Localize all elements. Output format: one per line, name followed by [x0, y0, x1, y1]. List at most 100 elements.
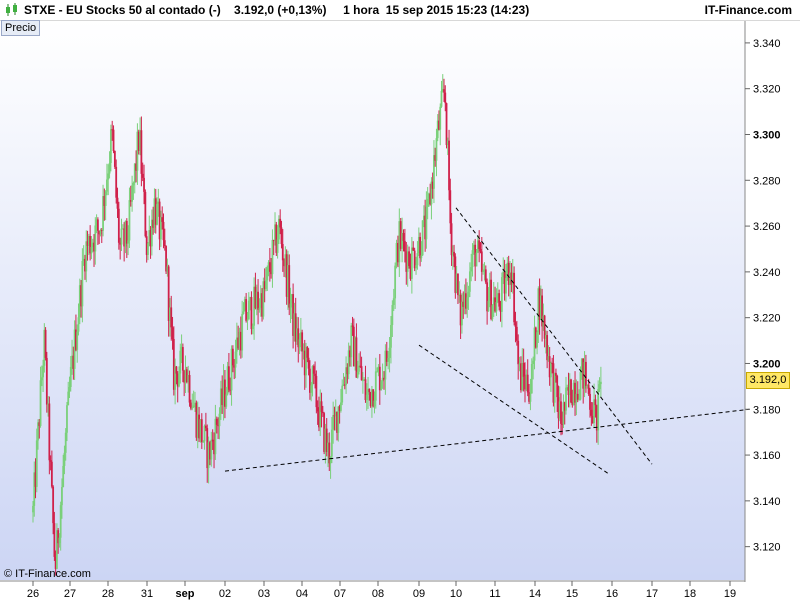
candle-up — [330, 429, 333, 457]
candle-up — [340, 402, 342, 411]
candle-up — [276, 239, 279, 253]
candle-up — [265, 280, 267, 289]
candle-down — [450, 223, 453, 256]
candle-down — [53, 523, 56, 557]
x-tick-label: 26 — [27, 588, 39, 600]
x-tick-label: 02 — [219, 588, 231, 600]
candle-up — [81, 260, 84, 307]
candle-up — [61, 487, 63, 506]
candle-up — [487, 300, 490, 312]
y-tick-label: 3.160 — [753, 450, 781, 462]
candle-up — [66, 405, 68, 433]
x-axis: 26 27 28 31 sep 02 03 04 07 08 09 10 11 14 15 16 17 18 19 — [27, 581, 736, 600]
candle-up — [376, 371, 378, 373]
plot-area — [0, 20, 745, 580]
candle-down — [144, 191, 147, 237]
candle-up — [410, 247, 413, 279]
y-tick-label: 3.180 — [753, 404, 781, 416]
candle-up — [350, 325, 353, 358]
candle-up — [495, 301, 498, 312]
candle-down — [453, 251, 455, 257]
candle-down — [162, 221, 165, 241]
candle-up — [374, 371, 377, 401]
candle-up — [467, 291, 470, 298]
candle-down — [188, 375, 191, 403]
candle-up — [67, 391, 70, 406]
candle-up — [127, 240, 130, 244]
x-tick-label: 18 — [684, 588, 696, 600]
candle-down — [419, 236, 422, 259]
candle-up — [425, 206, 428, 240]
candle-up — [471, 250, 474, 268]
candle-up — [42, 365, 44, 378]
price-chart[interactable]: 3.120 3.140 3.160 3.180 3.200 3.220 3.240 3.260… — [0, 0, 800, 600]
candle-up — [380, 381, 383, 391]
candle-up — [40, 377, 43, 381]
candle-down — [478, 240, 481, 250]
candle-up — [435, 138, 438, 161]
panel-label-precio[interactable]: Precio — [1, 20, 41, 36]
candle-up — [599, 381, 602, 385]
candle-up — [530, 364, 533, 394]
candle-down — [403, 240, 406, 252]
candle-down — [200, 419, 203, 443]
candle-down — [257, 291, 259, 310]
candle-up — [90, 246, 93, 254]
candle-down — [360, 366, 363, 381]
candle-up — [35, 440, 38, 487]
x-tick-label: sep — [176, 588, 195, 600]
candle-up — [179, 350, 182, 374]
candle-up — [579, 372, 582, 400]
candle-down — [268, 262, 271, 272]
candle-up — [298, 339, 301, 348]
candle-up — [388, 347, 391, 358]
x-tick-label: 14 — [529, 588, 541, 600]
candle-up — [68, 387, 71, 392]
candle-down — [315, 375, 318, 408]
candle-up — [107, 173, 110, 180]
candle-up — [225, 394, 228, 407]
candle-down — [590, 409, 593, 416]
candle-up — [132, 182, 135, 186]
candle-up — [108, 162, 111, 174]
candle-up — [120, 228, 123, 245]
candle-down — [320, 401, 323, 412]
candle-down — [321, 411, 324, 414]
x-tick-label: 10 — [450, 588, 462, 600]
candle-down — [526, 374, 529, 393]
candle-up — [310, 385, 313, 393]
candle-up — [482, 270, 485, 272]
brand-name[interactable]: IT-Finance.com — [705, 3, 792, 17]
candle-down — [522, 362, 525, 377]
candle-down — [45, 357, 48, 405]
candle-down — [231, 348, 234, 366]
candle-down — [484, 269, 487, 283]
candle-down — [175, 366, 178, 374]
candle-up — [416, 253, 419, 266]
x-tick-label: 17 — [646, 588, 658, 600]
candle-up — [76, 331, 79, 350]
y-tick-label: 3.200 — [753, 358, 781, 370]
candle-down — [585, 361, 587, 386]
candle-up — [578, 399, 581, 401]
candle-up — [391, 304, 394, 326]
candle-up — [356, 371, 359, 378]
candle-down — [480, 251, 483, 272]
x-tick-label: 07 — [334, 588, 346, 600]
candle-down — [181, 347, 184, 371]
candle-down — [556, 375, 559, 398]
x-tick-label: 09 — [413, 588, 425, 600]
candle-up — [247, 300, 250, 320]
x-tick-label: 15 — [566, 588, 578, 600]
candle-down — [498, 293, 501, 307]
candle-down — [570, 379, 572, 403]
candle-up — [63, 452, 66, 466]
candle-down — [306, 346, 309, 358]
candle-down — [44, 329, 47, 358]
candle-down — [143, 177, 145, 192]
chart-title: STXE - EU Stocks 50 al contado (-) 3.192… — [24, 3, 530, 17]
candle-down — [245, 299, 248, 321]
candle-down — [204, 425, 207, 429]
candle-down — [368, 388, 371, 393]
candle-up — [39, 380, 42, 426]
